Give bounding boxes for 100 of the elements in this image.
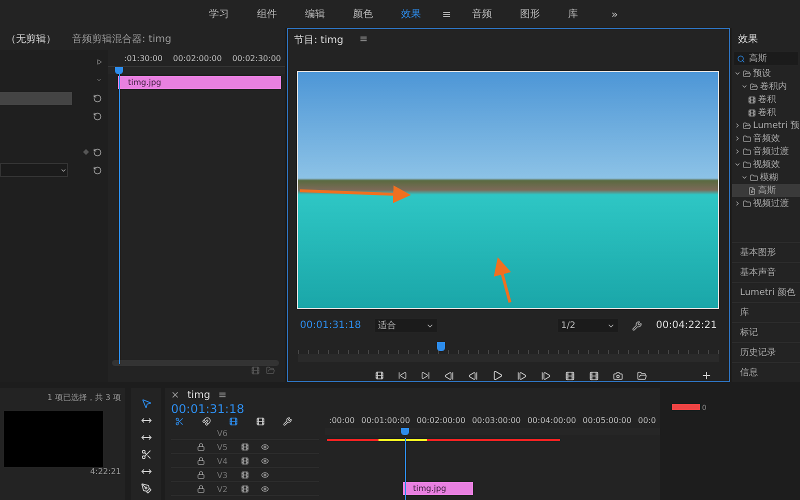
timecode[interactable]: 00:01:31:18 xyxy=(300,320,362,332)
effect-tree-item[interactable]: 高斯 xyxy=(732,184,800,197)
effect-tree-item[interactable]: 视频过渡 xyxy=(732,197,800,210)
film-icon[interactable] xyxy=(241,471,249,479)
selection-status: 1 项已选择，共 3 项 xyxy=(47,392,121,403)
resolution-dropdown[interactable]: 1/2 xyxy=(558,319,618,332)
step-back-button[interactable] xyxy=(468,370,478,381)
panel-tab[interactable]: 音频剪辑混合器: timg xyxy=(72,32,172,46)
effect-tree-item[interactable]: 卷积内 xyxy=(732,80,800,93)
panel-tab[interactable]: 历史记录 xyxy=(732,342,800,362)
track-label: V5 xyxy=(217,442,229,452)
lock-icon[interactable] xyxy=(197,471,205,479)
duration: 00:04:22:21 xyxy=(656,320,717,332)
effect-tree-item[interactable]: 卷积 xyxy=(732,93,800,106)
menu-icon[interactable]: ≡ xyxy=(218,390,227,401)
panel-title: 效果 xyxy=(738,33,758,46)
clip[interactable]: timg.jpg xyxy=(403,482,473,495)
zoom-dropdown[interactable]: 适合 xyxy=(375,319,438,332)
track-label: V6 xyxy=(217,428,229,438)
eye-icon[interactable] xyxy=(261,485,269,493)
workspace-tab[interactable]: 音频 xyxy=(459,7,506,21)
panel-tab[interactable]: Lumetri 颜色 xyxy=(732,282,800,302)
lock-icon[interactable] xyxy=(197,485,205,493)
clip-duration: 4:22:21 xyxy=(90,467,121,476)
mark-in-button[interactable] xyxy=(398,371,407,380)
effect-tree-item[interactable]: 卷积 xyxy=(732,106,800,119)
reset-icon[interactable] xyxy=(93,166,102,174)
film-icon[interactable] xyxy=(241,485,249,493)
folder-icon xyxy=(743,148,751,156)
workspace-tab[interactable]: 库 xyxy=(555,7,592,21)
audio-meter xyxy=(672,404,700,410)
eye-icon[interactable] xyxy=(261,443,269,451)
effect-tree-item[interactable]: 模糊 xyxy=(732,171,800,184)
magnet-icon[interactable] xyxy=(202,417,211,426)
menu-icon[interactable]: ≡ xyxy=(436,8,458,20)
sequence-tab[interactable]: timg xyxy=(187,390,210,401)
film-icon[interactable] xyxy=(241,457,249,465)
film-icon[interactable] xyxy=(241,443,249,451)
workspace-tab[interactable]: 组件 xyxy=(244,7,290,21)
search-icon xyxy=(737,54,745,62)
playhead[interactable] xyxy=(114,67,123,74)
panel-tab[interactable]: 基本图形 xyxy=(732,242,800,262)
ruler-label: 00:0 xyxy=(638,416,656,424)
workspace-tab[interactable]: 学习 xyxy=(196,7,242,21)
clip-thumbnail[interactable] xyxy=(4,411,103,467)
ruler-label: 00:02:00:00 xyxy=(416,416,466,424)
search-field[interactable]: 高斯 xyxy=(734,52,798,65)
reset-icon[interactable] xyxy=(93,112,102,120)
lock-icon[interactable] xyxy=(197,457,205,465)
step-forward-button[interactable] xyxy=(517,370,527,381)
settings-icon[interactable] xyxy=(283,417,292,426)
mark-out-button[interactable] xyxy=(421,371,430,380)
play-icon[interactable] xyxy=(96,59,102,65)
playhead[interactable] xyxy=(437,342,446,352)
property-bar xyxy=(0,92,72,104)
clip[interactable]: timg.jpg xyxy=(118,76,281,89)
workspace-tab[interactable]: 效果 xyxy=(388,7,434,21)
reset-icon[interactable] xyxy=(93,148,102,156)
razor-tool-icon[interactable] xyxy=(140,449,152,460)
panel-tab[interactable]: 基本声音 xyxy=(732,262,800,282)
playhead[interactable] xyxy=(401,428,410,435)
ruler-label: 00:03:00:00 xyxy=(472,416,521,424)
camera-button[interactable] xyxy=(613,370,623,381)
workspace-tab[interactable]: 颜色 xyxy=(340,7,386,21)
effect-tree-item[interactable]: Lumetri 预 xyxy=(732,119,800,132)
lock-icon[interactable] xyxy=(197,443,205,451)
dropdown-field[interactable] xyxy=(0,163,68,177)
panel-tab[interactable]: （无剪辑） xyxy=(6,32,56,46)
effect-tree-item[interactable]: 音频效 xyxy=(732,132,800,145)
effect-tree-item[interactable]: 音频过渡 xyxy=(732,145,800,158)
panel-tab[interactable]: 库 xyxy=(732,302,800,322)
panel-tab[interactable]: 标记 xyxy=(732,322,800,342)
chevron-icon[interactable] xyxy=(96,77,102,83)
close-button[interactable]: × xyxy=(171,390,180,401)
settings-icon[interactable] xyxy=(632,320,642,331)
effect-tree-item[interactable]: 预设 xyxy=(732,67,800,80)
eye-icon[interactable] xyxy=(261,457,269,465)
workspace-tab[interactable]: 编辑 xyxy=(292,7,338,21)
ruler-label: 00:01:00:00 xyxy=(361,416,410,424)
selection-tool-icon[interactable] xyxy=(140,398,152,409)
menu-icon[interactable]: ≡ xyxy=(359,34,368,46)
ruler-label: 00:02:00:00 xyxy=(173,54,222,62)
pen-tool-icon[interactable] xyxy=(140,483,152,494)
add-button[interactable] xyxy=(701,370,712,381)
reset-icon[interactable] xyxy=(93,94,102,102)
linked-selection-icon[interactable] xyxy=(229,417,238,426)
panel-tab[interactable]: 信息 xyxy=(732,362,800,382)
arrow-annotation xyxy=(494,257,512,303)
workspace-tab[interactable]: 图形 xyxy=(507,7,554,21)
folder-icon xyxy=(743,134,751,142)
more-button[interactable]: » xyxy=(605,8,624,20)
chevron-icon xyxy=(60,166,67,174)
timecode[interactable]: 00:01:31:18 xyxy=(171,402,319,416)
track-label: V3 xyxy=(217,470,229,480)
eye-icon[interactable] xyxy=(261,471,269,479)
scrub-track[interactable] xyxy=(298,342,719,362)
play-button[interactable] xyxy=(492,370,503,381)
chevron-icon[interactable] xyxy=(734,200,741,207)
effect-tree-item[interactable]: 视频效 xyxy=(732,158,800,171)
scroll-bar[interactable] xyxy=(112,360,279,366)
